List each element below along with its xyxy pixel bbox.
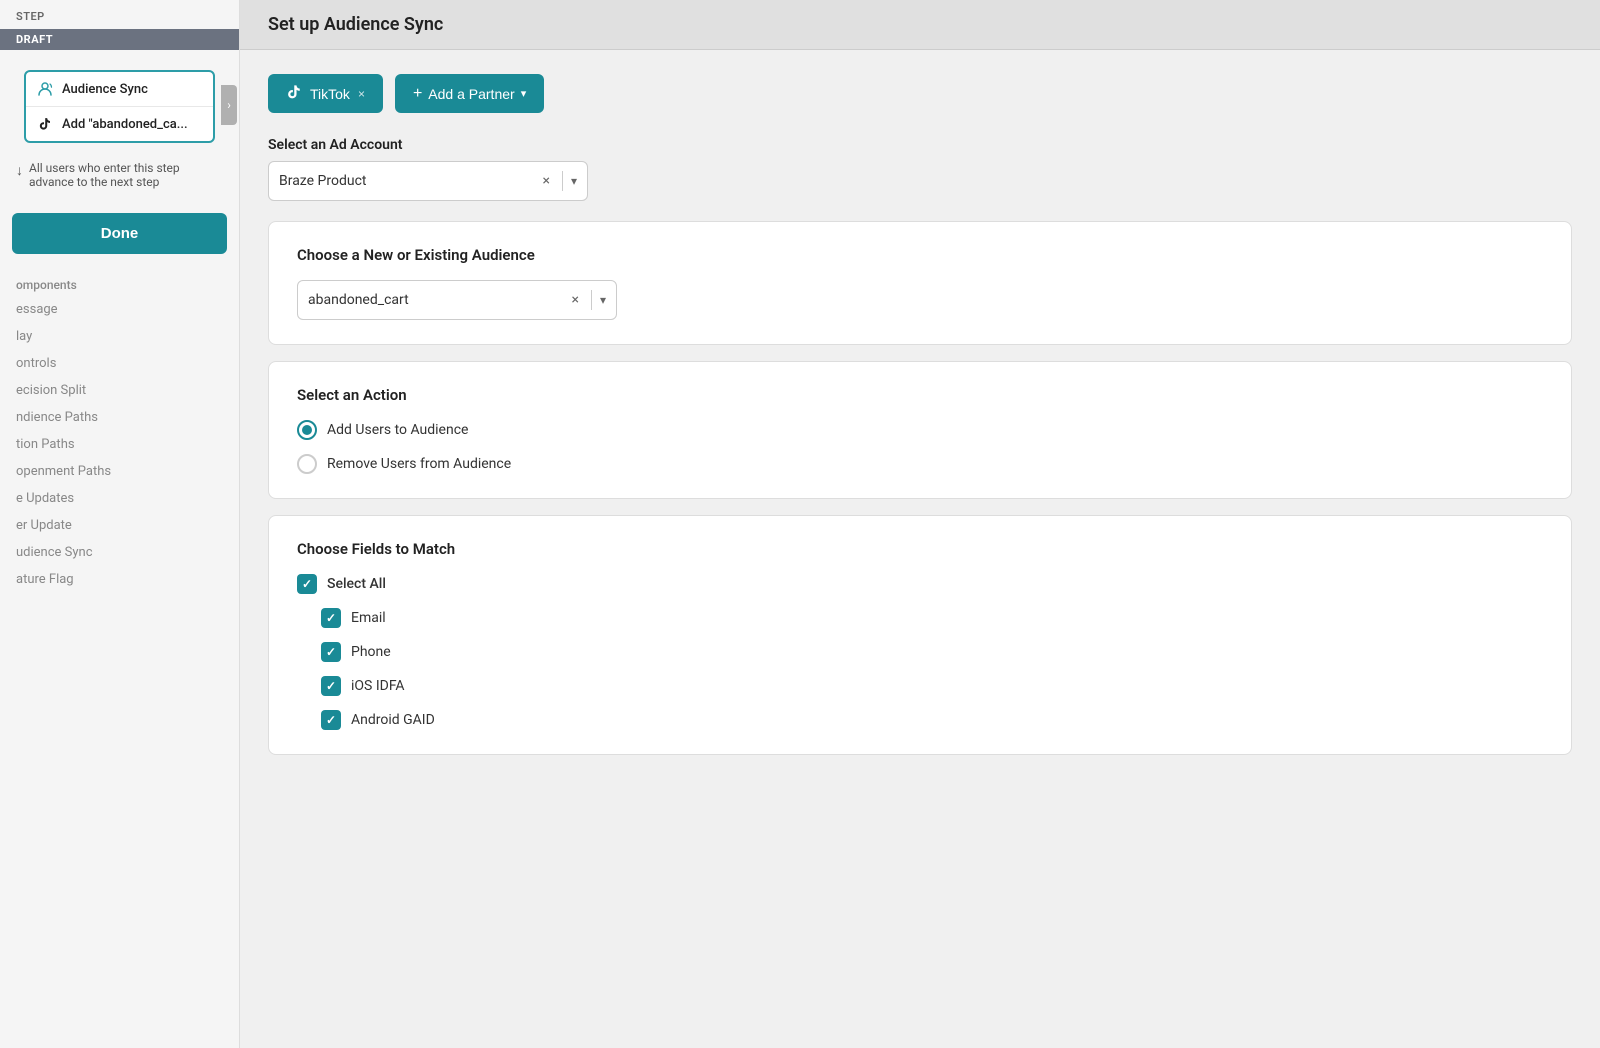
info-text-block: ↓ All users who enter this step advance … (0, 153, 239, 197)
remove-users-radio[interactable]: Remove Users from Audience (297, 454, 1543, 474)
ios-idfa-label: iOS IDFA (351, 678, 405, 694)
select-all-checkmark-icon: ✓ (302, 577, 312, 591)
ad-account-chevron-icon[interactable]: ▾ (571, 174, 577, 188)
add-partner-chevron-icon: ▾ (521, 87, 527, 100)
nav-action-paths[interactable]: tion Paths (0, 431, 239, 458)
nav-feature-updates[interactable]: e Updates (0, 485, 239, 512)
ios-idfa-checkbox[interactable]: ✓ iOS IDFA (321, 676, 1543, 696)
add-users-radio-circle[interactable] (297, 420, 317, 440)
nav-audience-sync[interactable]: udience Sync (0, 539, 239, 566)
partner-buttons-row: TikTok × + Add a Partner ▾ (268, 74, 1572, 113)
add-partner-button[interactable]: + Add a Partner ▾ (395, 74, 544, 113)
audience-chevron-icon[interactable]: ▾ (600, 293, 606, 307)
nav-decision-split[interactable]: ecision Split (0, 377, 239, 404)
action-card: Select an Action Add Users to Audience R… (268, 361, 1572, 499)
email-checkmark-icon: ✓ (326, 611, 336, 625)
fields-checkbox-group: ✓ Select All ✓ Email ✓ Phon (297, 574, 1543, 730)
select-divider (562, 171, 563, 191)
ios-idfa-checkmark-icon: ✓ (326, 679, 336, 693)
android-gaid-label: Android GAID (351, 712, 435, 728)
phone-checkbox[interactable]: ✓ Phone (321, 642, 1543, 662)
nav-controls[interactable]: ontrols (0, 350, 239, 377)
fields-card: Choose Fields to Match ✓ Select All ✓ Em… (268, 515, 1572, 755)
page-title: Set up Audience Sync (268, 14, 1572, 35)
action-card-label: Select an Action (297, 386, 1543, 404)
nav-feature-flag[interactable]: ature Flag (0, 566, 239, 593)
add-users-label: Add Users to Audience (327, 422, 468, 438)
main-content: Set up Audience Sync TikTok × + Add a Pa… (240, 0, 1600, 1048)
audience-clear-icon[interactable]: × (571, 292, 578, 308)
select-all-checkbox-box[interactable]: ✓ (297, 574, 317, 594)
audience-sync-icon (36, 80, 54, 98)
tiktok-small-icon (36, 115, 54, 133)
email-checkbox-box[interactable]: ✓ (321, 608, 341, 628)
audience-sync-step-card[interactable]: Audience Sync Add "abandoned_ca... (24, 70, 215, 143)
ad-account-select[interactable]: Braze Product × ▾ (268, 161, 588, 201)
done-button[interactable]: Done (12, 213, 227, 254)
draft-badge: DRAFT (0, 29, 239, 50)
select-all-label: Select All (327, 576, 386, 592)
plus-icon: + (413, 85, 422, 103)
components-label: omponents (0, 270, 239, 296)
nav-user-update[interactable]: er Update (0, 512, 239, 539)
android-gaid-checkmark-icon: ✓ (326, 713, 336, 727)
tiktok-button-label: TikTok (310, 86, 350, 102)
remove-users-radio-circle[interactable] (297, 454, 317, 474)
audience-card-label: Choose a New or Existing Audience (297, 246, 1543, 264)
audience-select-divider (591, 290, 592, 310)
nav-delay[interactable]: lay (0, 323, 239, 350)
phone-checkmark-icon: ✓ (326, 645, 336, 659)
ad-account-clear-icon[interactable]: × (542, 173, 549, 189)
info-text: All users who enter this step advance to… (29, 161, 223, 189)
android-gaid-checkbox-box[interactable]: ✓ (321, 710, 341, 730)
action-radio-group: Add Users to Audience Remove Users from … (297, 420, 1543, 474)
sidebar: Step DRAFT Audience Sync (0, 0, 240, 1048)
ad-account-value: Braze Product (279, 173, 542, 189)
nav-message[interactable]: essage (0, 296, 239, 323)
audience-card: Choose a New or Existing Audience abando… (268, 221, 1572, 345)
nav-experiment-paths[interactable]: openment Paths (0, 458, 239, 485)
remove-users-label: Remove Users from Audience (327, 456, 511, 472)
email-label: Email (351, 610, 386, 626)
email-checkbox[interactable]: ✓ Email (321, 608, 1543, 628)
tiktok-icon (286, 84, 302, 103)
add-tiktok-label: Add "abandoned_ca... (62, 117, 188, 132)
ad-account-label: Select an Ad Account (268, 137, 1572, 153)
main-body: TikTok × + Add a Partner ▾ Select an Ad … (240, 50, 1600, 1048)
expand-arrow-btn[interactable]: › (221, 85, 237, 125)
select-all-checkbox[interactable]: ✓ Select All (297, 574, 1543, 594)
android-gaid-checkbox[interactable]: ✓ Android GAID (321, 710, 1543, 730)
tiktok-button[interactable]: TikTok × (268, 74, 383, 113)
add-tiktok-row[interactable]: Add "abandoned_ca... (26, 106, 213, 141)
phone-label: Phone (351, 644, 391, 660)
audience-select[interactable]: abandoned_cart × ▾ (297, 280, 617, 320)
phone-checkbox-box[interactable]: ✓ (321, 642, 341, 662)
add-users-radio[interactable]: Add Users to Audience (297, 420, 1543, 440)
ad-account-section: Select an Ad Account Braze Product × ▾ (268, 137, 1572, 201)
audience-sync-label: Audience Sync (62, 82, 148, 97)
add-partner-label: Add a Partner (428, 86, 514, 102)
ios-idfa-checkbox-box[interactable]: ✓ (321, 676, 341, 696)
audience-value: abandoned_cart (308, 292, 571, 308)
step-label: Step (0, 0, 239, 29)
fields-card-label: Choose Fields to Match (297, 540, 1543, 558)
main-header: Set up Audience Sync (240, 0, 1600, 50)
arrow-down-icon: ↓ (16, 162, 23, 179)
nav-audience-paths[interactable]: ndience Paths (0, 404, 239, 431)
tiktok-close-icon[interactable]: × (358, 87, 365, 101)
audience-sync-row[interactable]: Audience Sync (26, 72, 213, 106)
